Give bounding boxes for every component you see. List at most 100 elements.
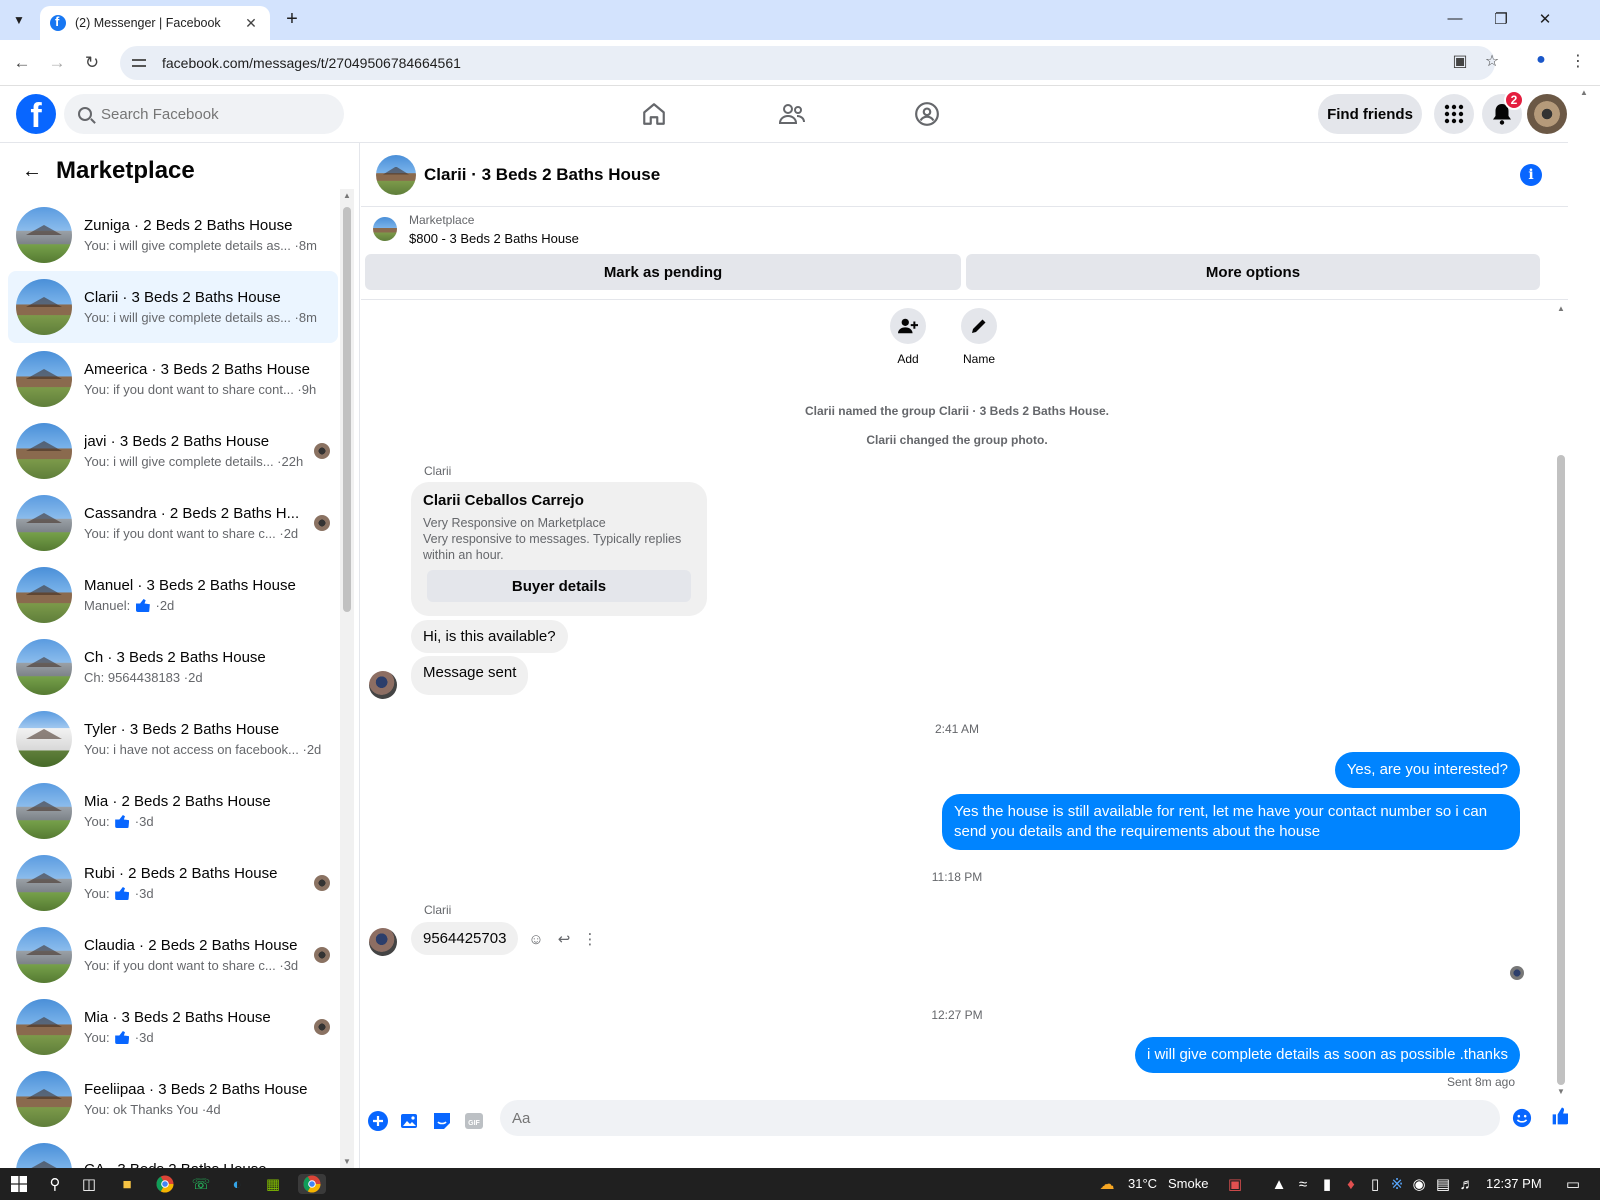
taskbar-search-icon[interactable]: ⚲ <box>44 1174 66 1194</box>
conversation-item[interactable]: javi · 3 Beds 2 Baths House You: i will g… <box>8 415 338 487</box>
store-icon[interactable]: ▦ <box>262 1174 284 1194</box>
listing-thumbnail[interactable] <box>373 217 397 241</box>
mark-as-pending-button[interactable]: Mark as pending <box>365 254 961 290</box>
conversation-item[interactable]: Zuniga · 2 Beds 2 Baths House You: i will… <box>8 199 338 271</box>
profile-icon[interactable]: ● <box>1530 51 1552 69</box>
chrome-active-icon[interactable] <box>298 1174 326 1194</box>
tray-app-icon[interactable]: ▣ <box>1224 1174 1246 1194</box>
usb-icon[interactable]: ▯ <box>1364 1174 1386 1194</box>
back-arrow-icon[interactable]: ← <box>10 51 34 75</box>
scroll-up-icon[interactable]: ▲ <box>1557 304 1565 313</box>
outgoing-message[interactable]: i will give complete details as soon as … <box>1134 1037 1520 1073</box>
listing-price[interactable]: $800 - 3 Beds 2 Baths House <box>409 231 579 246</box>
chat-group-photo[interactable] <box>376 154 416 195</box>
incoming-message[interactable]: 9564425703 <box>411 922 519 955</box>
thread-scrollbar[interactable]: ▲ ▼ <box>1554 300 1568 1100</box>
tab-close-icon[interactable]: ✕ <box>242 15 260 32</box>
conversation-item[interactable]: Cassandra · 2 Beds 2 Baths H... You: if y… <box>8 487 338 559</box>
conversation-info-icon[interactable]: i <box>1520 164 1542 186</box>
chat-title[interactable]: Clarii · 3 Beds 2 Baths House <box>424 165 660 185</box>
weather-condition[interactable]: Smoke <box>1168 1176 1208 1191</box>
account-avatar[interactable] <box>1527 94 1567 134</box>
windows-start-icon[interactable] <box>8 1174 30 1194</box>
sender-avatar[interactable] <box>369 928 397 956</box>
forward-arrow-icon[interactable]: → <box>45 51 69 75</box>
restore-icon[interactable]: ❐ <box>1486 10 1516 28</box>
conversation-item[interactable]: Ameerica · 3 Beds 2 Baths House You: if y… <box>8 343 338 415</box>
groups-icon[interactable] <box>911 98 943 130</box>
more-actions-icon[interactable]: ⋮ <box>579 928 601 950</box>
network-icon[interactable]: ▤ <box>1432 1174 1454 1194</box>
conversation-item[interactable]: Clarii · 3 Beds 2 Baths House You: i will… <box>8 271 338 343</box>
name-group-action[interactable]: Name <box>949 308 1009 366</box>
address-bar[interactable]: facebook.com/messages/t/2704950678466456… <box>120 46 1495 80</box>
tray-sync-icon[interactable]: ≈ <box>1292 1174 1314 1194</box>
weather-temperature[interactable]: 31°C <box>1128 1176 1157 1191</box>
sticker-icon[interactable] <box>432 1111 452 1131</box>
volume-icon[interactable]: ♬ <box>1456 1174 1478 1194</box>
window-close-icon[interactable]: ✕ <box>1530 10 1560 28</box>
minimize-icon[interactable]: — <box>1440 10 1470 27</box>
thread-scroll-thumb[interactable] <box>1557 455 1565 1085</box>
browser-tab-messenger[interactable]: (2) Messenger | Facebook ✕ <box>40 6 270 40</box>
sidebar-scroll-thumb[interactable] <box>343 207 351 612</box>
tray-drive-icon[interactable]: ▲ <box>1268 1174 1290 1194</box>
tray-chart-icon[interactable]: ▮ <box>1316 1174 1338 1194</box>
bookmark-star-icon[interactable]: ☆ <box>1481 51 1503 71</box>
tab-search-chevron-icon[interactable]: ▼ <box>6 8 32 32</box>
conversation-item[interactable]: Rubi · 2 Beds 2 Baths House You: ·3d <box>8 847 338 919</box>
message-input[interactable] <box>500 1100 1500 1136</box>
reload-icon[interactable]: ↻ <box>80 51 104 75</box>
outgoing-message[interactable]: Yes, are you interested? <box>1334 752 1520 788</box>
scroll-down-icon[interactable]: ▼ <box>343 1157 351 1166</box>
new-tab-icon[interactable]: + <box>280 9 304 31</box>
add-people-action[interactable]: Add <box>878 308 938 366</box>
incoming-message[interactable]: Hi, is this available? <box>411 620 568 653</box>
home-icon[interactable] <box>638 98 670 130</box>
conversation-item[interactable]: Feeliipaa · 3 Beds 2 Baths House You: ok … <box>8 1063 338 1135</box>
conversation-item[interactable]: Claudia · 2 Beds 2 Baths House You: if yo… <box>8 919 338 991</box>
page-scrollbar[interactable]: ▲ <box>1568 86 1600 1168</box>
conversation-item[interactable]: Mia · 2 Beds 2 Baths House You: ·3d <box>8 775 338 847</box>
tray-camera-icon[interactable]: ◉ <box>1408 1174 1430 1194</box>
scroll-up-icon[interactable]: ▲ <box>343 191 351 200</box>
facebook-search[interactable] <box>64 94 344 134</box>
tray-game-icon[interactable]: ♦ <box>1340 1174 1362 1194</box>
conversation-item[interactable]: Ch · 3 Beds 2 Baths House Ch: 9564438183 … <box>8 631 338 703</box>
notification-center-icon[interactable]: ▭ <box>1562 1174 1584 1194</box>
menu-grid-icon[interactable] <box>1434 94 1474 134</box>
buyer-details-button[interactable]: Buyer details <box>427 570 691 602</box>
photo-attach-icon[interactable] <box>400 1111 420 1131</box>
incoming-message[interactable]: Message sent <box>411 656 529 695</box>
find-friends-button[interactable]: Find friends <box>1318 94 1422 134</box>
sender-avatar[interactable] <box>369 671 397 699</box>
whatsapp-icon[interactable]: ☏ <box>190 1174 212 1194</box>
site-settings-icon[interactable] <box>132 55 150 71</box>
emoji-icon[interactable] <box>1512 1108 1532 1128</box>
browser-menu-icon[interactable]: ⋮ <box>1567 51 1589 71</box>
weather-icon[interactable]: ☁ <box>1096 1174 1118 1194</box>
search-input[interactable] <box>101 105 321 123</box>
outgoing-message[interactable]: Yes the house is still available for ren… <box>942 794 1520 850</box>
file-explorer-icon[interactable]: ■ <box>116 1174 138 1194</box>
more-attachments-icon[interactable] <box>368 1111 388 1131</box>
system-clock[interactable]: 12:37 PM <box>1486 1176 1542 1191</box>
sidebar-scrollbar[interactable]: ▲ ▼ <box>340 189 354 1168</box>
bluetooth-icon[interactable]: ※ <box>1386 1174 1408 1194</box>
chrome-icon[interactable] <box>154 1174 176 1194</box>
scroll-down-icon[interactable]: ▼ <box>1557 1087 1565 1096</box>
edge-icon[interactable]: ◐ <box>226 1174 248 1194</box>
friends-icon[interactable] <box>776 98 808 130</box>
react-emoji-icon[interactable]: ☺ <box>525 928 547 950</box>
more-options-button[interactable]: More options <box>966 254 1540 290</box>
facebook-logo-icon[interactable]: f <box>16 94 56 134</box>
task-view-icon[interactable]: ◫ <box>78 1174 100 1194</box>
conversation-item[interactable]: Manuel · 3 Beds 2 Baths House Manuel: ·2d <box>8 559 338 631</box>
conversation-item[interactable]: CA · 3 Beds 2 Baths House <box>8 1135 338 1168</box>
reply-icon[interactable]: ↩ <box>553 928 575 950</box>
conversation-item[interactable]: Tyler · 3 Beds 2 Baths House You: i have … <box>8 703 338 775</box>
scroll-up-icon[interactable]: ▲ <box>1580 88 1588 97</box>
gif-icon[interactable]: GIF <box>464 1111 484 1131</box>
back-arrow-icon[interactable]: ← <box>16 155 48 187</box>
install-app-icon[interactable]: ▣ <box>1449 51 1471 71</box>
